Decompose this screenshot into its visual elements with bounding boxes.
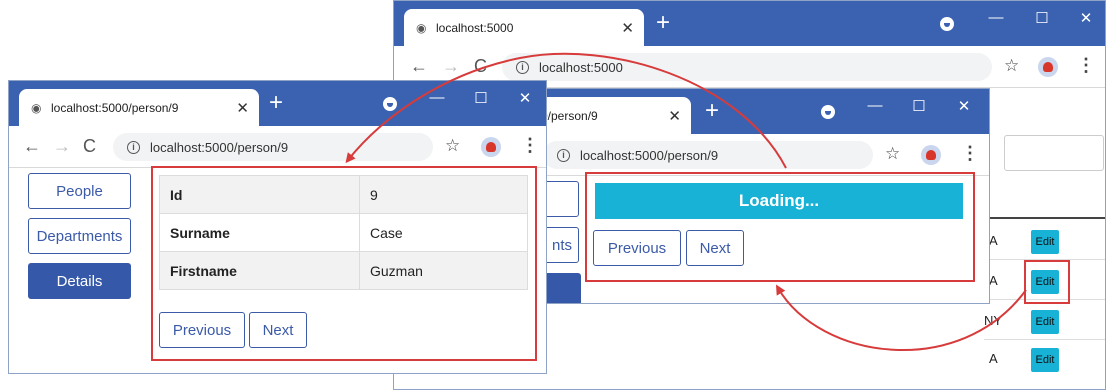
arrow-to-loading — [775, 284, 1027, 352]
annotation-arrows — [345, 52, 1027, 352]
arrow-to-details — [345, 52, 787, 169]
